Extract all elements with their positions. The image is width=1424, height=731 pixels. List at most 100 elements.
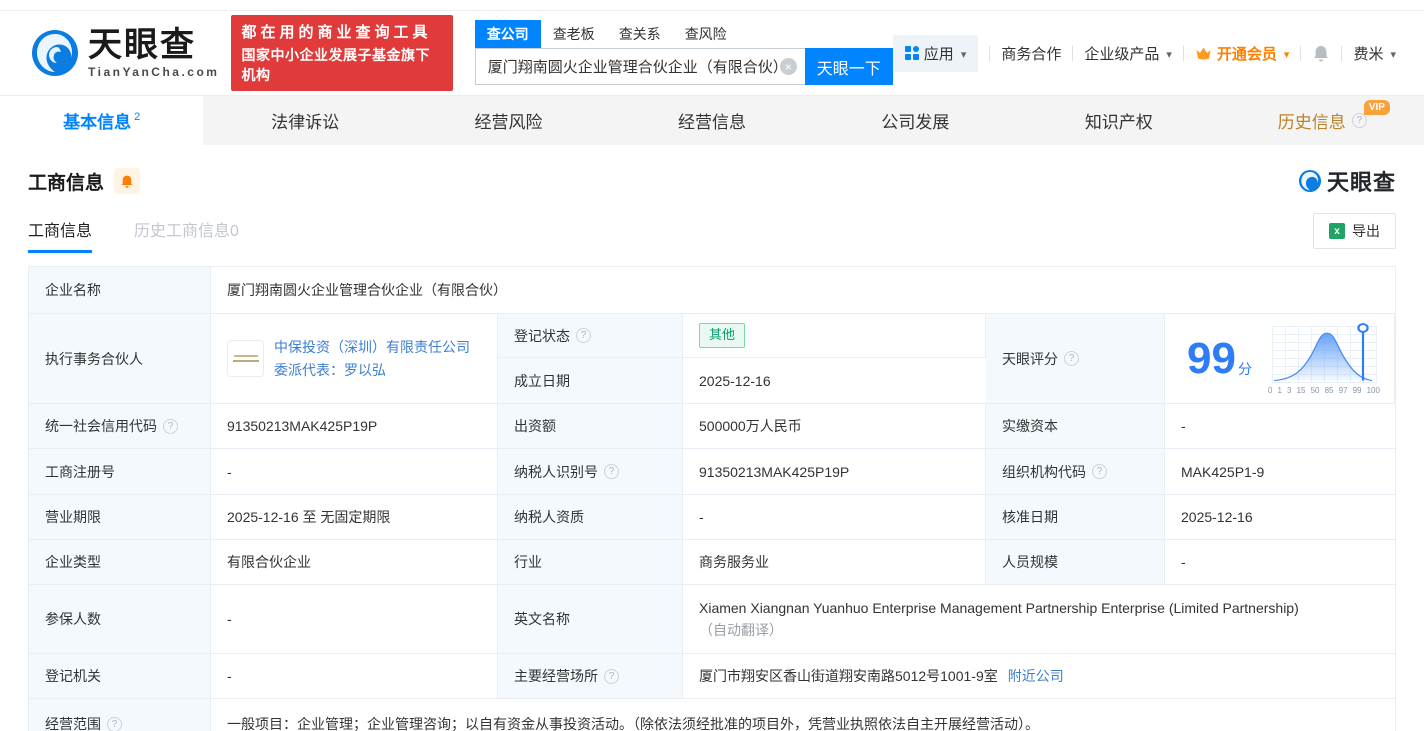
- field-label: 组织机构代码: [986, 449, 1165, 494]
- chevron-down-icon: [1388, 45, 1396, 62]
- tianyancha-watermark: 天眼查: [1298, 165, 1396, 197]
- tab-history-info[interactable]: VIP 历史信息: [1221, 96, 1424, 145]
- paid-capital-value: -: [1181, 418, 1186, 434]
- chevron-down-icon: [959, 45, 967, 62]
- partner-company-link[interactable]: 中保投资（深圳）有限责任公司: [274, 339, 470, 356]
- english-name-cell: Xiamen Xiangnan Yuanhuo Enterprise Manag…: [683, 585, 1395, 653]
- subtab-business-info[interactable]: 工商信息: [28, 217, 93, 253]
- tab-company-development[interactable]: 公司发展: [814, 96, 1017, 145]
- partner-representative-link[interactable]: 委派代表：罗以弘: [274, 362, 470, 379]
- tianyancha-logo-icon: [32, 30, 78, 76]
- help-icon[interactable]: [107, 716, 122, 731]
- field-label: 企业名称: [29, 267, 211, 313]
- business-term-value: 2025-12-16 至 无固定期限: [211, 495, 498, 539]
- tab-basic-info[interactable]: 基本信息 2: [0, 96, 204, 145]
- nav-divider: [1300, 45, 1302, 61]
- site-logo[interactable]: 天眼查 TianYanCha.com: [30, 28, 219, 78]
- nav-business-cooperation[interactable]: 商务合作: [1001, 43, 1061, 64]
- chevron-down-icon: [1282, 45, 1290, 62]
- search-tab-risk[interactable]: 查风险: [673, 20, 739, 48]
- establish-date-value: 2025-12-16: [699, 372, 771, 389]
- tianyan-score-cell: 99 分 0 1 3 15 50 85 97 99 100: [1165, 314, 1395, 403]
- search-button[interactable]: 天眼一下: [804, 48, 893, 85]
- executive-partner-cell: 中保投资（深圳）有限责任公司 委派代表：罗以弘: [211, 314, 498, 403]
- help-icon[interactable]: [163, 418, 178, 434]
- help-icon[interactable]: [604, 464, 619, 479]
- header-nav: 应用 商务合作 企业级产品 开通会员 费米: [892, 34, 1396, 72]
- search-tab-relation[interactable]: 查关系: [607, 20, 673, 48]
- brand-name: 天眼查: [88, 26, 196, 64]
- industry-value: 商务服务业: [683, 540, 986, 584]
- apps-grid-icon: [904, 46, 919, 60]
- field-label: 执行事务合伙人: [29, 314, 211, 403]
- field-label: 出资额: [498, 404, 683, 448]
- company-type-value: 有限合伙企业: [211, 540, 498, 584]
- tab-business-info[interactable]: 经营信息: [610, 96, 813, 145]
- company-tab-bar: 基本信息 2 法律诉讼 经营风险 经营信息 公司发展 知识产权 VIP 历史信息: [0, 95, 1424, 145]
- field-label: 核准日期: [986, 495, 1165, 539]
- monitor-bell-button[interactable]: [114, 168, 141, 194]
- field-label: 天眼评分: [986, 314, 1165, 403]
- field-label: 主要经营场所: [498, 654, 683, 698]
- nav-enterprise-products[interactable]: 企业级产品: [1084, 43, 1172, 64]
- field-label: 纳税人资质: [498, 495, 683, 539]
- notifications-bell[interactable]: [1312, 44, 1330, 63]
- partner-logo: [227, 340, 264, 377]
- help-icon[interactable]: [576, 328, 591, 343]
- taxpayer-quality-value: -: [683, 495, 986, 539]
- table-row-business-place: 登记机关 - 主要经营场所 厦门市翔安区香山街道翔安南路5012号1001-9室…: [29, 654, 1395, 699]
- auto-translate-note: （自动翻译）: [699, 622, 783, 638]
- score-value: 99: [1187, 333, 1236, 383]
- tianyancha-logo-icon: [1298, 169, 1322, 193]
- username: 费米: [1353, 45, 1384, 63]
- business-place-cell: 厦门市翔安区香山街道翔安南路5012号1001-9室 附近公司: [683, 654, 1395, 698]
- help-icon[interactable]: [604, 668, 619, 684]
- table-row-partner: 执行事务合伙人 中保投资（深圳）有限责任公司 委派代表：罗以弘 登记状态 其他 …: [29, 314, 1395, 404]
- clear-search-icon[interactable]: [779, 58, 797, 75]
- capital-value: 500000万人民币: [683, 404, 986, 448]
- crown-icon: [1196, 47, 1211, 59]
- business-scope-value: 一般项目：企业管理；企业管理咨询；以自有资金从事投资活动。（除依法须经批准的项目…: [227, 716, 1039, 731]
- section-header: 工商信息 天眼查: [28, 165, 1396, 197]
- approval-date-value: 2025-12-16: [1181, 509, 1253, 525]
- field-label: 企业类型: [29, 540, 211, 584]
- vip-badge: VIP: [1363, 100, 1390, 115]
- export-button[interactable]: 导出: [1313, 213, 1396, 249]
- search-block: 查公司 查老板 查关系 查风险 天眼一下: [474, 20, 893, 85]
- tab-intellectual-property[interactable]: 知识产权: [1017, 96, 1220, 145]
- field-label: 行业: [498, 540, 683, 584]
- field-label: 英文名称: [498, 585, 683, 653]
- table-row-english-name: 参保人数 - 英文名称 Xiamen Xiangnan Yuanhuo Ente…: [29, 585, 1395, 654]
- excel-icon: [1329, 223, 1345, 239]
- nav-open-vip[interactable]: 开通会员: [1195, 43, 1290, 64]
- apps-menu[interactable]: 应用: [892, 34, 979, 72]
- apps-label: 应用: [923, 45, 954, 63]
- english-name-value: Xiamen Xiangnan Yuanhuo Enterprise Manag…: [699, 600, 1299, 616]
- field-label: 实缴资本: [986, 404, 1165, 448]
- tab-count: 2: [134, 110, 141, 123]
- help-icon[interactable]: [1064, 351, 1079, 366]
- status-badge: 其他: [699, 323, 746, 348]
- tab-operating-risk[interactable]: 经营风险: [407, 96, 610, 145]
- user-menu[interactable]: 费米: [1353, 43, 1396, 64]
- tab-legal-litigation[interactable]: 法律诉讼: [203, 96, 406, 145]
- search-input[interactable]: [487, 58, 780, 75]
- field-label: 工商注册号: [29, 449, 211, 494]
- field-label: 统一社会信用代码: [29, 404, 211, 448]
- help-icon[interactable]: [1351, 113, 1367, 128]
- table-row-credit-code: 统一社会信用代码 91350213MAK425P19P 出资额 500000万人…: [29, 404, 1395, 449]
- section-title: 工商信息: [28, 172, 105, 194]
- subtab-history-business-info[interactable]: 历史工商信息0: [134, 217, 239, 253]
- reg-number-value: -: [211, 449, 498, 494]
- search-tab-boss[interactable]: 查老板: [541, 20, 607, 48]
- field-label: 成立日期: [498, 358, 683, 403]
- help-icon[interactable]: [1092, 464, 1107, 479]
- slogan-line2: 国家中小企业发展子基金旗下机构: [241, 47, 430, 83]
- business-info-table: 企业名称 厦门翔南圆火企业管理合伙企业（有限合伙） 执行事务合伙人 中保投资（深…: [28, 266, 1396, 731]
- search-tab-company[interactable]: 查公司: [474, 20, 541, 48]
- bell-icon: [1314, 45, 1329, 61]
- nav-divider: [1072, 45, 1074, 61]
- bell-icon: [121, 175, 133, 188]
- nearby-companies-link[interactable]: 附近公司: [1008, 666, 1064, 686]
- reg-authority-value: -: [211, 654, 498, 698]
